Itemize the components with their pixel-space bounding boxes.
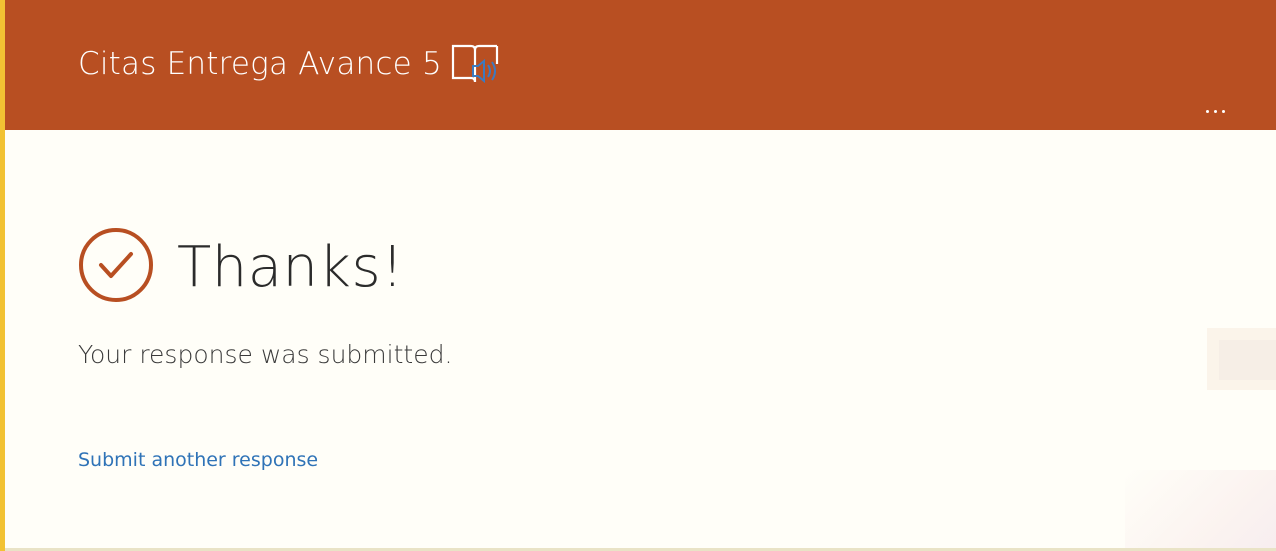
- form-title: Citas Entrega Avance 5: [78, 46, 442, 82]
- immersive-reader-icon: [451, 44, 499, 84]
- background-decoration: [1219, 340, 1276, 380]
- more-options-button[interactable]: [1195, 98, 1235, 124]
- background-decoration: [1125, 470, 1276, 548]
- confirmation-message: Your response was submitted.: [78, 340, 453, 369]
- background-decoration: [1207, 328, 1276, 390]
- submit-another-response-link[interactable]: Submit another response: [78, 446, 318, 474]
- confirmation-title: Thanks!: [177, 235, 405, 300]
- form-header: Citas Entrega Avance 5: [5, 0, 1276, 130]
- immersive-reader-button[interactable]: [451, 42, 501, 88]
- form-page: Citas Entrega Avance 5 Thanks! Your resp…: [5, 0, 1276, 548]
- checkmark-circle-icon: [79, 228, 153, 302]
